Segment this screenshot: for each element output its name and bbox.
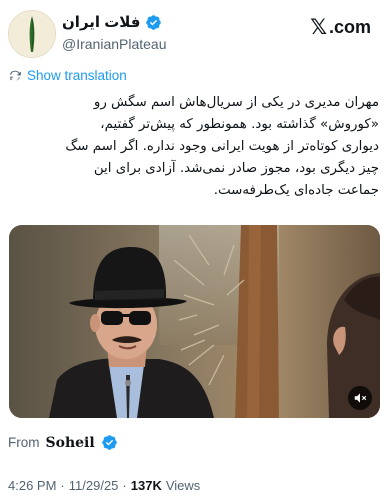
tweet-text: مهران مدیری در یکی از سریال‌هاش اسم سگش …	[8, 92, 379, 202]
tweet-video[interactable]	[9, 225, 380, 418]
tweet-text-line: چیز دیگری بود، مجوز صادر نمی‌شد. آزادی ب…	[93, 161, 379, 176]
video-source: From Soheil	[8, 434, 118, 451]
tweet-card: فلات ایران @IranianPlateau 𝕏 .com Show tr…	[0, 0, 389, 500]
author-avatar[interactable]	[8, 10, 56, 58]
video-frame	[9, 225, 380, 418]
author-display-name[interactable]: فلات ایران	[62, 13, 141, 31]
tweet-text-line: مهران مدیری در یکی از سریال‌هاش اسم سگش …	[93, 95, 379, 110]
show-translation-link[interactable]: Show translation	[8, 68, 127, 83]
meta-separator: ·	[122, 478, 127, 493]
translate-icon	[9, 70, 21, 80]
verified-badge-icon	[145, 14, 161, 30]
meta-separator: ·	[60, 478, 65, 493]
x-mark: 𝕏	[310, 16, 327, 39]
show-translation-label: Show translation	[27, 68, 127, 83]
views-label: Views	[165, 478, 201, 493]
tweet-time[interactable]: 4:26 PM	[8, 478, 56, 493]
author-info: فلات ایران @IranianPlateau	[62, 12, 167, 52]
tweet-meta: 4:26 PM · 11/29/25 · 137K Views	[8, 478, 200, 493]
x-logo-icon[interactable]: 𝕏 .com	[310, 15, 371, 40]
tweet-date[interactable]: 11/29/25	[69, 478, 119, 493]
tweet-text-line: «کوروش» گذاشته بود. همونطور که پیش‌تر گف…	[100, 117, 379, 132]
tweet-text-line: دیواری کوتاه‌تر از هویت ایرانی وجود ندار…	[65, 139, 379, 154]
author-handle[interactable]: @IranianPlateau	[62, 36, 167, 52]
x-logo-text: .com	[328, 17, 371, 37]
views-count: 137K	[130, 478, 162, 493]
from-label: From	[8, 435, 40, 450]
verified-badge-icon	[101, 435, 117, 450]
mute-icon	[354, 393, 367, 403]
from-account-name[interactable]: Soheil	[46, 435, 95, 451]
mute-button[interactable]	[348, 386, 372, 410]
tweet-text-line: جماعت جاده‌ای یک‌طرفه‌ست.	[213, 183, 379, 198]
